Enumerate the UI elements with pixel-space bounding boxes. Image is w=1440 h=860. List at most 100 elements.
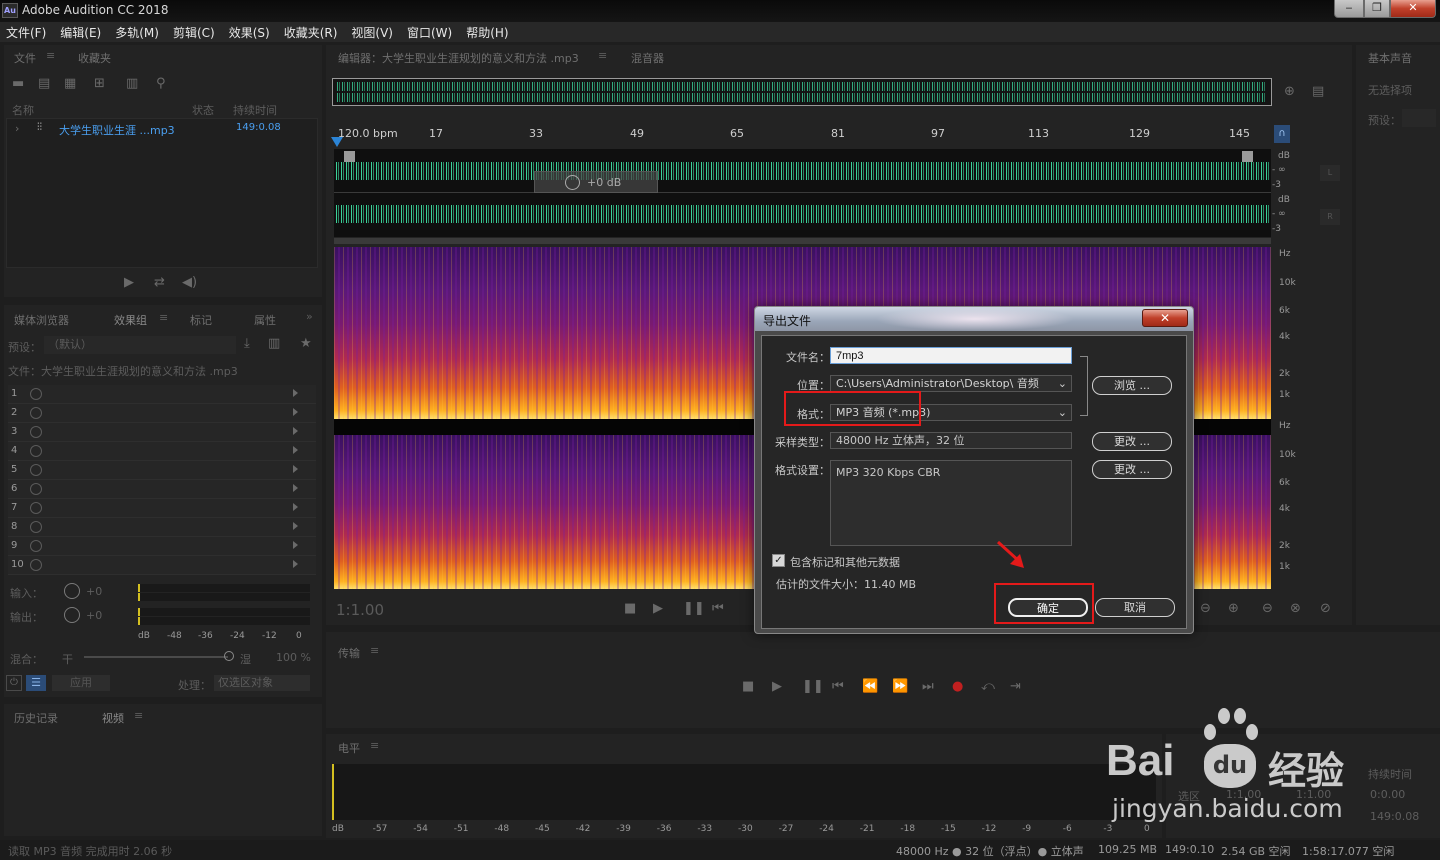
import-icon[interactable]: ▤ <box>38 76 50 91</box>
tab-editor[interactable]: 编辑器：大学生职业生涯规划的意义和方法 .mp3 <box>338 50 579 66</box>
chevron-right-icon[interactable] <box>293 503 298 511</box>
play-icon[interactable]: ▶ <box>772 679 782 694</box>
chevron-right-icon[interactable] <box>293 541 298 549</box>
insert-icon[interactable]: ⊞ <box>94 76 105 91</box>
column-duration[interactable]: 持续时间 <box>233 102 277 118</box>
hud-volume[interactable]: +0 dB <box>534 171 658 193</box>
pause-icon[interactable]: ❚❚ <box>683 601 705 616</box>
effect-slot[interactable]: 5 <box>8 461 316 480</box>
zoom-out-icon[interactable]: ⊖ <box>1262 601 1273 616</box>
toggle-view-icon[interactable]: ▤ <box>1312 84 1324 99</box>
maximize-button[interactable]: ❐ <box>1364 0 1390 18</box>
close-window-button[interactable]: ✕ <box>1390 0 1436 18</box>
output-knob[interactable] <box>64 607 80 623</box>
tab-properties[interactable]: 属性 <box>254 312 276 328</box>
chevron-right-icon[interactable] <box>293 484 298 492</box>
favorite-star-icon[interactable]: ★ <box>300 336 312 351</box>
chevron-right-icon[interactable] <box>293 408 298 416</box>
fade-in-handle[interactable] <box>344 151 355 162</box>
cancel-button[interactable]: 取消 <box>1095 598 1175 617</box>
list-view-icon[interactable]: ☰ <box>26 675 46 691</box>
tab-media-browser[interactable]: 媒体浏览器 <box>14 312 69 328</box>
loop-icon[interactable]: ⇄ <box>154 275 165 290</box>
zoom-selection-icon[interactable]: ⊘ <box>1320 601 1331 616</box>
open-folder-icon[interactable]: ▬ <box>12 76 24 91</box>
mix-slider[interactable] <box>84 656 228 658</box>
menu-view[interactable]: 视图(V) <box>351 24 393 41</box>
menu-clip[interactable]: 剪辑(C) <box>173 24 215 41</box>
power-icon[interactable] <box>30 426 42 438</box>
time-ruler[interactable]: 120.0 bpm 17 33 49 65 81 97 113 129 145 <box>334 123 1271 145</box>
menu-multitrack[interactable]: 多轨(M) <box>115 24 159 41</box>
power-icon[interactable] <box>30 388 42 400</box>
effect-slot[interactable]: 7 <box>8 499 316 518</box>
preset-dropdown[interactable] <box>1402 109 1436 127</box>
waveform-area[interactable]: +0 dB <box>334 149 1271 237</box>
zoom-full-icon[interactable]: ⊗ <box>1290 601 1301 616</box>
tab-history[interactable]: 历史记录 <box>14 710 58 726</box>
power-icon[interactable] <box>30 445 42 457</box>
tab-markers[interactable]: 标记 <box>190 312 212 328</box>
search-icon[interactable]: ⚲ <box>156 76 166 91</box>
play-icon[interactable]: ▶ <box>124 275 134 290</box>
pause-icon[interactable]: ❚❚ <box>802 679 824 694</box>
apply-button[interactable]: 应用 <box>52 675 110 691</box>
power-toggle-icon[interactable]: ⏻ <box>6 675 22 691</box>
column-name[interactable]: 名称 <box>12 102 34 118</box>
include-markers-checkbox[interactable]: ✓ <box>772 554 785 567</box>
effect-slot[interactable]: 10 <box>8 556 316 575</box>
browse-button[interactable]: 浏览 ... <box>1092 376 1172 395</box>
effect-slot[interactable]: 3 <box>8 423 316 442</box>
autoplay-speaker-icon[interactable]: ◀) <box>182 275 197 290</box>
power-icon[interactable] <box>30 540 42 552</box>
dialog-titlebar[interactable]: 导出文件 ✕ <box>755 307 1193 331</box>
effect-slot[interactable]: 4 <box>8 442 316 461</box>
channel-r-toggle[interactable]: R <box>1320 209 1340 225</box>
panel-menu-icon[interactable]: ≡ <box>598 49 607 62</box>
tab-mixer[interactable]: 混音器 <box>631 50 664 66</box>
location-dropdown[interactable]: C:\Users\Administrator\Desktop\ 音频 ⌄ <box>830 375 1072 392</box>
loop-playback-icon[interactable]: ⤺ <box>981 679 995 694</box>
panel-menu-icon[interactable]: ≡ <box>159 311 168 324</box>
more-panels-icon[interactable]: » <box>306 310 313 323</box>
power-icon[interactable] <box>30 464 42 476</box>
record-icon[interactable]: ● <box>952 679 963 694</box>
headphone-icon[interactable]: ∩ <box>1274 125 1290 143</box>
effect-slot[interactable]: 1 <box>8 385 316 404</box>
playhead-marker[interactable] <box>331 137 343 147</box>
chevron-right-icon[interactable] <box>293 389 298 397</box>
delete-preset-icon[interactable]: ▥ <box>268 336 280 351</box>
panel-menu-icon[interactable]: ≡ <box>134 709 143 722</box>
view-splitter[interactable] <box>334 238 1271 244</box>
skip-start-icon[interactable]: ⏮ <box>832 679 844 694</box>
panel-menu-icon[interactable]: ≡ <box>370 644 379 657</box>
zoom-amplitude-icon[interactable]: ⊖ <box>1200 601 1211 616</box>
chevron-right-icon[interactable] <box>293 446 298 454</box>
skip-selection-icon[interactable]: ⇥ <box>1010 679 1021 694</box>
delete-icon[interactable]: ▥ <box>126 76 138 91</box>
effect-slot[interactable]: 2 <box>8 404 316 423</box>
menu-favorites[interactable]: 收藏夹(R) <box>284 24 338 41</box>
skip-end-icon[interactable]: ⏭ <box>922 679 934 694</box>
input-knob[interactable] <box>64 583 80 599</box>
change-sample-button[interactable]: 更改 ... <box>1092 432 1172 451</box>
stop-icon[interactable]: ■ <box>624 601 636 616</box>
menu-effects[interactable]: 效果(S) <box>229 24 270 41</box>
tab-video[interactable]: 视频 <box>102 710 124 726</box>
overview-navigator[interactable] <box>332 78 1272 106</box>
menu-window[interactable]: 窗口(W) <box>407 24 452 41</box>
minimize-button[interactable]: ‒ <box>1334 0 1364 18</box>
dialog-close-button[interactable]: ✕ <box>1142 309 1188 327</box>
power-icon[interactable] <box>30 559 42 571</box>
channel-l-toggle[interactable]: L <box>1320 165 1340 181</box>
power-icon[interactable] <box>30 483 42 495</box>
expand-arrow-icon[interactable]: › <box>15 122 19 135</box>
menu-file[interactable]: 文件(F) <box>6 24 46 41</box>
tab-files[interactable]: 文件 <box>14 50 36 66</box>
process-dropdown[interactable]: 仅选区对象 <box>214 675 310 691</box>
new-file-icon[interactable]: ▦ <box>64 76 76 91</box>
column-status[interactable]: 状态 <box>192 102 214 118</box>
zoom-navigator-icon[interactable]: ⊕ <box>1284 84 1295 99</box>
ok-button[interactable]: 确定 <box>1008 598 1088 617</box>
chevron-right-icon[interactable] <box>293 560 298 568</box>
